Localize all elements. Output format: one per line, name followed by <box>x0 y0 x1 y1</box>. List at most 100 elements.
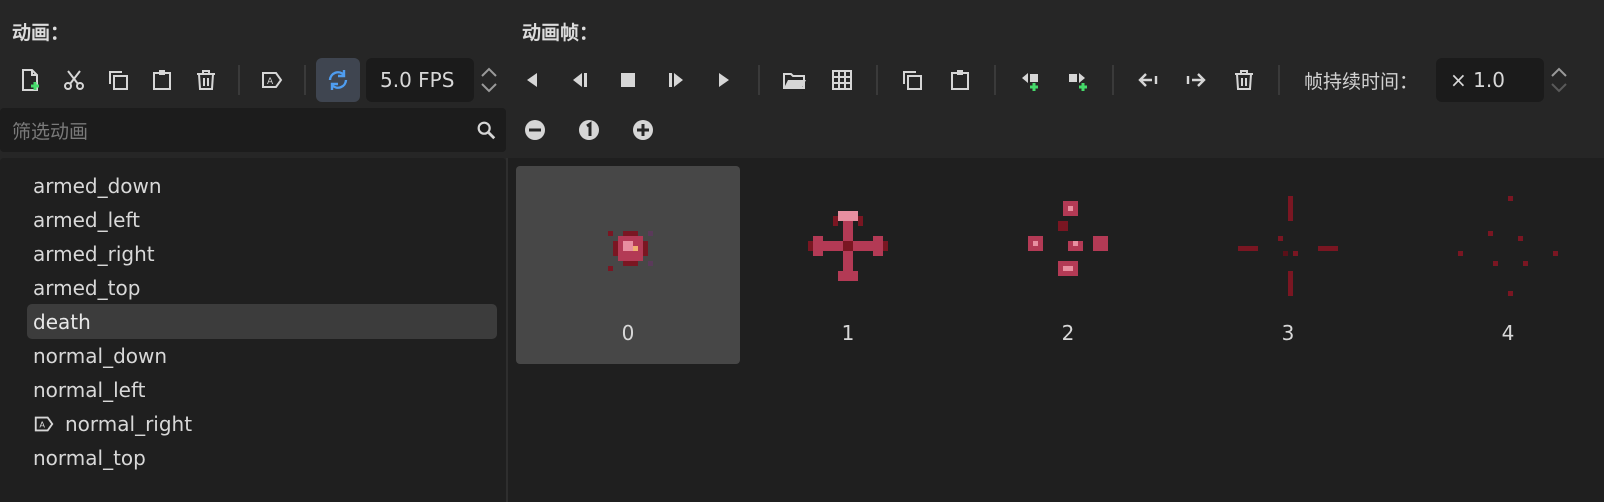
duplicate-button[interactable] <box>96 58 140 102</box>
paste-button[interactable] <box>140 58 184 102</box>
chevron-down-icon <box>1551 83 1567 93</box>
sprite-frame-thumbnail <box>808 211 888 281</box>
animation-item-label: death <box>33 309 91 334</box>
panel-divider[interactable] <box>506 158 508 502</box>
toolbar-separator <box>994 65 996 95</box>
animation-item-label: normal_left <box>33 377 146 402</box>
frame-item[interactable]: 4 <box>1396 166 1604 364</box>
chevron-up-icon <box>1551 67 1567 77</box>
sprite-frame-thumbnail <box>1028 201 1108 276</box>
frame-item[interactable]: 3 <box>1176 166 1400 364</box>
zoom-reset-icon <box>579 120 599 140</box>
frames-grid: 0 1 2 3 4 <box>508 158 1604 502</box>
animation-search-input[interactable]: 筛选动画 <box>0 108 506 152</box>
copy-frame-button[interactable] <box>888 58 936 102</box>
animation-item[interactable]: armed_top <box>27 270 497 305</box>
frame-index: 0 <box>621 321 635 345</box>
new-animation-button[interactable] <box>8 58 52 102</box>
move-frame-right-button[interactable] <box>1172 58 1220 102</box>
play-icon <box>719 73 729 87</box>
delete-frame-button[interactable] <box>1220 58 1268 102</box>
paste-frame-button[interactable] <box>936 58 984 102</box>
zoom-out-button[interactable] <box>508 108 562 152</box>
toolbar-separator <box>1112 65 1114 95</box>
loop-button[interactable] <box>316 58 360 102</box>
spritesheet-button[interactable] <box>818 58 866 102</box>
cut-icon <box>64 70 84 90</box>
frame-item[interactable]: 2 <box>956 166 1180 364</box>
fps-input[interactable]: 5.0 FPS <box>366 58 474 102</box>
play-backwards-button[interactable] <box>508 58 556 102</box>
animation-item-label: armed_top <box>33 275 141 300</box>
play-from-start-icon <box>669 73 683 87</box>
new-animation-icon <box>22 69 39 91</box>
animation-item[interactable]: armed_left <box>27 202 497 237</box>
move-left-icon <box>1138 73 1158 87</box>
fps-spinner[interactable] <box>474 58 504 102</box>
toolbar-separator <box>1278 65 1280 95</box>
animation-item[interactable]: armed_down <box>27 168 497 203</box>
svg-text:A: A <box>267 77 274 87</box>
frame-index: 1 <box>841 321 855 345</box>
animation-item[interactable]: normal_down <box>27 338 497 373</box>
sprite-frame-thumbnail <box>1238 196 1338 296</box>
spritesheet-icon <box>832 70 852 90</box>
zoom-reset-button[interactable] <box>562 108 616 152</box>
animation-item-label: armed_down <box>33 173 162 198</box>
insert-before-button[interactable] <box>1006 58 1054 102</box>
svg-text:A: A <box>39 419 45 429</box>
animations-toolbar: A 5.0 FPS <box>8 58 504 102</box>
insert-after-button[interactable] <box>1054 58 1102 102</box>
frame-index: 2 <box>1061 321 1075 345</box>
insert-before-icon <box>1022 73 1038 91</box>
delete-animation-button[interactable] <box>184 58 228 102</box>
animation-item-selected[interactable]: death <box>27 304 497 339</box>
toolbar-separator <box>758 65 760 95</box>
frame-item[interactable]: 1 <box>736 166 960 364</box>
chevron-down-icon <box>481 83 497 93</box>
sprite-frame-thumbnail <box>608 231 653 271</box>
play-backwards-from-end-button[interactable] <box>556 58 604 102</box>
autoplay-icon: A <box>34 416 54 431</box>
insert-after-icon <box>1069 73 1087 91</box>
play-button[interactable] <box>700 58 748 102</box>
animation-item[interactable]: A normal_right <box>27 406 497 441</box>
animation-item-label: normal_down <box>33 343 168 368</box>
autoplay-button[interactable]: A <box>250 58 294 102</box>
load-frames-icon <box>783 73 806 89</box>
zoom-in-icon <box>633 120 653 140</box>
animation-item-label: normal_top <box>33 445 146 470</box>
zoom-out-icon <box>525 120 545 140</box>
delete-icon <box>197 70 215 90</box>
autoplay-icon: A <box>262 72 283 88</box>
toolbar-separator <box>304 65 306 95</box>
stop-icon <box>621 73 635 87</box>
duration-spinner[interactable] <box>1544 58 1574 102</box>
animations-panel: 动画： A 5.0 FPS 筛选动画 armed_down armed_left… <box>0 0 508 502</box>
load-frames-button[interactable] <box>770 58 818 102</box>
play-from-start-button[interactable] <box>652 58 700 102</box>
move-frame-left-button[interactable] <box>1124 58 1172 102</box>
zoom-in-button[interactable] <box>616 108 670 152</box>
animation-item[interactable]: armed_right <box>27 236 497 271</box>
toolbar-separator <box>876 65 878 95</box>
frame-duration-input[interactable]: × 1.0 <box>1436 58 1545 102</box>
search-placeholder: 筛选动画 <box>12 120 89 143</box>
animation-item-label: armed_left <box>33 207 141 232</box>
animation-list: armed_down armed_left armed_right armed_… <box>0 158 506 502</box>
animations-title: 动画： <box>12 22 70 44</box>
stop-button[interactable] <box>604 58 652 102</box>
copy-frame-icon <box>903 71 922 90</box>
toolbar-separator <box>238 65 240 95</box>
paste-frame-icon <box>951 70 969 90</box>
frame-index: 3 <box>1281 321 1295 345</box>
animation-item[interactable]: normal_top <box>27 440 497 475</box>
animation-item[interactable]: normal_left <box>27 372 497 407</box>
cut-button[interactable] <box>52 58 96 102</box>
frame-item-selected[interactable]: 0 <box>516 166 740 364</box>
paste-icon <box>153 70 171 90</box>
frame-index: 4 <box>1501 321 1515 345</box>
animation-item-label: normal_right <box>65 411 193 436</box>
play-backwards-from-end-icon <box>573 73 587 87</box>
frames-panel: 动画帧： 帧持续时间： × 1.0 0 1 2 3 4 <box>508 0 1604 502</box>
